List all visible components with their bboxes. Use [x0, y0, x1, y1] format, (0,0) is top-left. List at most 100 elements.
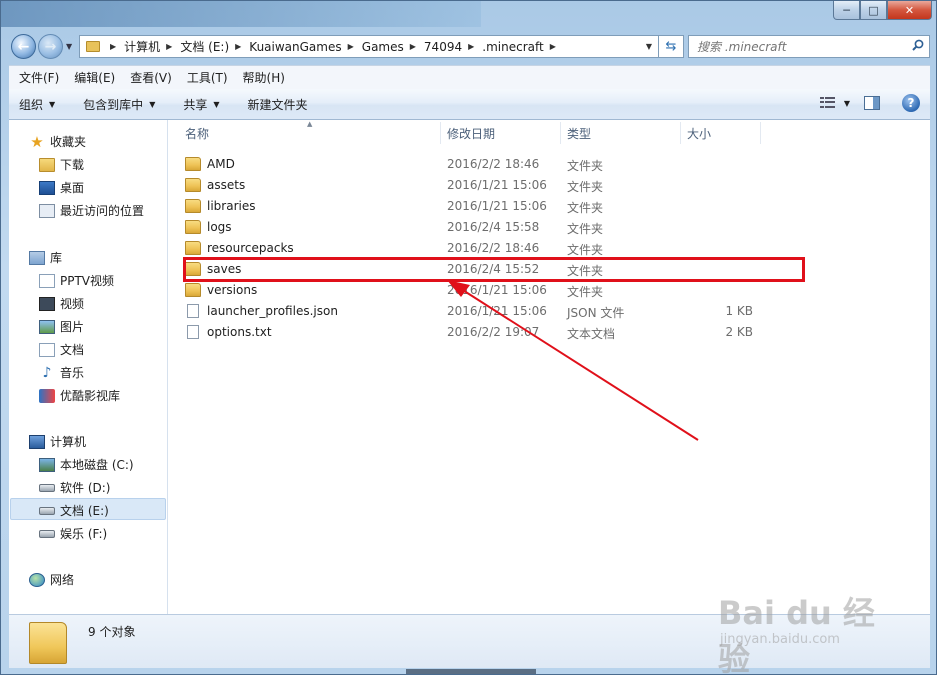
folder-icon [185, 157, 201, 171]
desktop-icon [39, 180, 55, 195]
address-bar[interactable]: ▶ 计算机 ▶ 文档 (E:) ▶ KuaiwanGames ▶ Games ▶ 740… [79, 35, 659, 58]
forward-arrow-icon[interactable]: → [38, 34, 63, 59]
sidebar-item-desktop[interactable]: 桌面 [39, 179, 84, 196]
file-size: 1 KB [725, 304, 753, 318]
file-date: 2016/1/21 15:06 [447, 283, 547, 297]
menu-file[interactable]: 文件(F) [19, 69, 59, 86]
large-folder-icon [29, 622, 67, 664]
new-folder-button[interactable]: 新建文件夹 [248, 96, 308, 113]
file-name: launcher_profiles.json [207, 304, 338, 318]
table-row[interactable]: options.txt 2016/2/2 19:07 文本文档 2 KB [168, 322, 930, 343]
star-icon: ★ [30, 132, 44, 151]
search-input[interactable] [697, 39, 907, 54]
file-name: logs [207, 220, 232, 234]
file-type: 文件夹 [567, 285, 604, 299]
help-icon[interactable]: ? [902, 94, 920, 112]
breadcrumb-drive-e[interactable]: 文档 (E:) ▶ [180, 38, 249, 55]
table-row[interactable]: libraries 2016/1/21 15:06 文件夹 [168, 196, 930, 217]
chevron-right-icon[interactable]: ▶ [235, 42, 241, 51]
sidebar-item-downloads[interactable]: 下载 [39, 156, 84, 173]
search-box[interactable] [688, 35, 930, 58]
address-dropdown-icon[interactable]: ▼ [646, 42, 652, 51]
computer-icon [29, 434, 45, 449]
sidebar-item-youku[interactable]: 优酷影视库 [39, 387, 120, 404]
file-type: 文件夹 [567, 180, 604, 194]
column-header-name[interactable]: 名称 [185, 120, 209, 146]
breadcrumb-kuaiwangames[interactable]: KuaiwanGames ▶ [249, 40, 361, 54]
refresh-icon[interactable]: ⇆ [659, 35, 684, 58]
file-date: 2016/2/4 15:58 [447, 220, 540, 234]
breadcrumb-computer[interactable]: 计算机 ▶ [124, 38, 180, 55]
breadcrumb-minecraft[interactable]: .minecraft ▶ [482, 40, 564, 54]
sidebar-favorites[interactable]: ★ 收藏夹 [29, 133, 86, 150]
sidebar-item-music[interactable]: ♪ 音乐 [39, 364, 84, 381]
sidebar-item-drive-d[interactable]: 软件 (D:) [39, 479, 110, 496]
preview-pane-icon[interactable] [864, 96, 880, 110]
sidebar-item-documents[interactable]: 文档 [39, 341, 84, 358]
taskbar-edge [406, 669, 536, 674]
chevron-down-icon: ▼ [49, 99, 56, 109]
view-dropdown-icon[interactable]: ▼ [844, 99, 850, 108]
file-date: 2016/1/21 15:06 [447, 178, 547, 192]
menu-tools[interactable]: 工具(T) [187, 69, 228, 86]
annotation-highlight-box [183, 257, 805, 282]
search-icon[interactable] [912, 39, 924, 51]
table-row[interactable]: launcher_profiles.json 2016/1/21 15:06 J… [168, 301, 930, 322]
chevron-right-icon[interactable]: ▶ [468, 42, 474, 51]
column-header-size[interactable]: 大小 [687, 120, 711, 146]
chevron-right-icon[interactable]: ▶ [348, 42, 354, 51]
back-arrow-icon[interactable]: ← [11, 34, 36, 59]
chevron-right-icon[interactable]: ▶ [550, 42, 556, 51]
sidebar-item-recent-places[interactable]: 最近访问的位置 [39, 202, 144, 219]
file-date: 2016/2/2 18:46 [447, 157, 540, 171]
column-header-date[interactable]: 修改日期 [447, 120, 495, 146]
table-row[interactable]: logs 2016/2/4 15:58 文件夹 [168, 217, 930, 238]
file-type: 文件夹 [567, 201, 604, 215]
sidebar-libraries[interactable]: 库 [29, 249, 62, 266]
chevron-right-icon[interactable]: ▶ [410, 42, 416, 51]
menu-help[interactable]: 帮助(H) [243, 69, 285, 86]
menu-view[interactable]: 查看(V) [130, 69, 172, 86]
sidebar-item-videos[interactable]: 视频 [39, 295, 84, 312]
recent-pages-dropdown-icon[interactable]: ▼ [66, 42, 72, 51]
video-icon [39, 296, 55, 311]
navigation-row: ← → ▼ ▶ 计算机 ▶ 文档 (E:) ▶ KuaiwanGames ▶ Game… [9, 32, 930, 60]
sidebar-item-drive-f[interactable]: 娱乐 (F:) [39, 525, 107, 542]
text-file-icon [187, 325, 199, 339]
chevron-down-icon: ▼ [149, 99, 156, 109]
chevron-right-icon[interactable]: ▶ [166, 42, 172, 51]
system-drive-icon [39, 457, 55, 472]
column-header-type[interactable]: 类型 [567, 120, 591, 146]
table-row[interactable]: assets 2016/1/21 15:06 文件夹 [168, 175, 930, 196]
menu-bar: 文件(F) 编辑(E) 查看(V) 工具(T) 帮助(H) [9, 65, 930, 89]
sidebar-item-drive-e[interactable]: 文档 (E:) [39, 502, 109, 519]
minimize-button[interactable]: ─ [833, 1, 860, 20]
organize-button[interactable]: 组织 ▼ [19, 96, 55, 113]
maximize-button[interactable]: □ [860, 1, 887, 20]
menu-edit[interactable]: 编辑(E) [74, 69, 115, 86]
breadcrumb-74094[interactable]: 74094 ▶ [424, 40, 482, 54]
sidebar-computer[interactable]: 计算机 [29, 433, 86, 450]
sidebar-item-drive-c[interactable]: 本地磁盘 (C:) [39, 456, 134, 473]
file-name: resourcepacks [207, 241, 294, 255]
include-in-library-button[interactable]: 包含到库中 ▼ [83, 96, 155, 113]
breadcrumb-games[interactable]: Games ▶ [362, 40, 424, 54]
table-row[interactable]: AMD 2016/2/2 18:46 文件夹 [168, 154, 930, 175]
table-row[interactable]: versions 2016/1/21 15:06 文件夹 [168, 280, 930, 301]
file-name: options.txt [207, 325, 272, 339]
table-row[interactable]: resourcepacks 2016/2/2 18:46 文件夹 [168, 238, 930, 259]
downloads-folder-icon [39, 157, 55, 172]
close-button[interactable]: ✕ [887, 1, 932, 20]
file-date: 2016/1/21 15:06 [447, 199, 547, 213]
sidebar-item-pictures[interactable]: 图片 [39, 318, 84, 335]
sidebar-network[interactable]: 网络 [29, 571, 74, 588]
file-list: ▲ 名称 修改日期 类型 大小 AMD 2016/2/2 18:46 文件夹 a… [168, 120, 930, 614]
network-icon [29, 572, 45, 587]
chevron-right-icon[interactable]: ▶ [110, 42, 116, 51]
file-date: 2016/2/2 19:07 [447, 325, 540, 339]
view-options-icon[interactable] [819, 97, 836, 109]
baidu-watermark: Bai du 经验 jingyan.baidu.com [718, 588, 898, 675]
sidebar-item-pptv[interactable]: PPTV视频 [39, 272, 114, 289]
item-count: 9 个对象 [88, 625, 136, 639]
share-button[interactable]: 共享 ▼ [183, 96, 219, 113]
